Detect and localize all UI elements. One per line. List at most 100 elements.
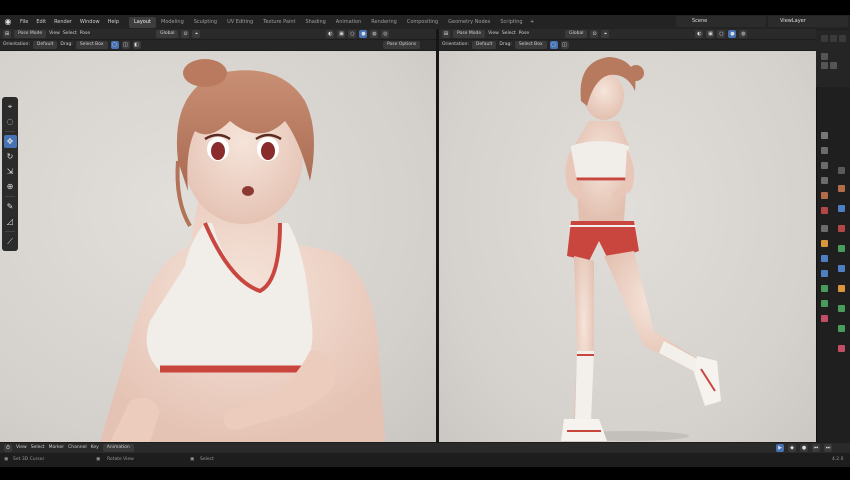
jump-end-icon[interactable]: ⏭ — [824, 444, 832, 452]
left-menu-pose[interactable]: Pose — [80, 29, 90, 39]
workspace-tab-uv-editing[interactable]: UV Editing — [222, 17, 258, 28]
shading-rendered-icon[interactable]: ◎ — [381, 30, 390, 38]
menu-file[interactable]: File — [16, 15, 32, 29]
right-transform-orientation[interactable]: Global — [565, 30, 588, 38]
shading-material-icon[interactable]: ◍ — [739, 30, 748, 38]
timeline-menu-channel[interactable]: Channel — [68, 443, 86, 453]
annotate-tool-icon[interactable]: ✎ — [4, 200, 17, 213]
menu-render[interactable]: Render — [50, 15, 76, 29]
n-panel-tab-icon[interactable] — [838, 185, 845, 192]
measure-tool-icon[interactable]: ◿ — [4, 215, 17, 228]
n-panel-tab-icon[interactable] — [838, 225, 845, 232]
physics-properties-icon[interactable] — [821, 285, 828, 292]
shading-solid-icon[interactable]: ● — [359, 30, 368, 38]
world-properties-icon[interactable] — [821, 207, 828, 214]
visibility-eye-icon[interactable] — [821, 53, 828, 60]
move-tool-icon[interactable]: ✥ — [3, 135, 17, 148]
left-orientation-dropdown[interactable]: Default — [32, 41, 58, 49]
workspace-tab-shading[interactable]: Shading — [300, 17, 330, 28]
shading-material-icon[interactable]: ◍ — [370, 30, 379, 38]
bone-tool-icon[interactable]: ⟋ — [4, 235, 17, 248]
auto-key-icon[interactable]: ● — [800, 444, 808, 452]
n-panel-tab-icon[interactable] — [838, 345, 845, 352]
transform-tool-icon[interactable]: ⊕ — [4, 180, 17, 193]
n-panel-tab-icon[interactable] — [838, 265, 845, 272]
menu-help[interactable]: Help — [104, 15, 123, 29]
shading-wire-icon[interactable]: ○ — [717, 30, 726, 38]
playback-icon[interactable]: ▶ — [776, 444, 784, 452]
view-layer-properties-icon[interactable] — [821, 177, 828, 184]
timeline-menu-select[interactable]: Select — [31, 443, 45, 453]
select-extend-icon[interactable]: ◫ — [121, 41, 130, 49]
n-panel-tab-icon[interactable] — [838, 325, 845, 332]
left-drag-dropdown[interactable]: Select Box — [75, 41, 108, 49]
outliner-add-icon[interactable] — [830, 35, 837, 42]
n-panel-tab-icon[interactable] — [838, 245, 845, 252]
right-drag-dropdown[interactable]: Select Box — [514, 41, 547, 49]
cursor-tool-icon[interactable]: ⌖ — [4, 100, 17, 113]
timeline-menu-view[interactable]: View — [16, 443, 27, 453]
workspace-tab-rendering[interactable]: Rendering — [366, 17, 402, 28]
keyframe-icon[interactable]: ◆ — [788, 444, 796, 452]
modifier-properties-icon[interactable] — [821, 255, 828, 262]
timeline-menu-marker[interactable]: Marker — [49, 443, 65, 453]
add-workspace-button[interactable]: + — [528, 19, 537, 25]
pivot-icon[interactable]: ⊙ — [590, 30, 599, 38]
workspace-tab-geometry-nodes[interactable]: Geometry Nodes — [443, 17, 495, 28]
shading-wire-icon[interactable]: ○ — [348, 30, 357, 38]
workspace-tab-layout[interactable]: Layout — [129, 17, 156, 28]
left-3d-viewport[interactable]: ⌖ ◌ ✥ ↻ ⇲ ⊕ ✎ ◿ ⟋ — [0, 51, 436, 442]
constraint-properties-icon[interactable] — [821, 300, 828, 307]
jump-start-icon[interactable]: ⏮ — [812, 444, 820, 452]
workspace-tab-sculpting[interactable]: Sculpting — [189, 17, 222, 28]
outliner-options-icon[interactable] — [839, 35, 846, 42]
n-panel-tab-icon[interactable] — [838, 205, 845, 212]
select-subtract-icon[interactable]: ◧ — [132, 41, 141, 49]
left-menu-view[interactable]: View — [49, 29, 60, 39]
select-mode-icon[interactable]: ▢ — [110, 41, 119, 49]
right-menu-pose[interactable]: Pose — [519, 29, 529, 39]
left-menu-select[interactable]: Select — [63, 29, 77, 39]
workspace-tab-texture-paint[interactable]: Texture Paint — [258, 17, 300, 28]
xray-icon[interactable]: ▣ — [337, 30, 346, 38]
overlay-icon[interactable]: ◐ — [326, 30, 335, 38]
camera-icon[interactable] — [830, 62, 837, 69]
editor-type-icon[interactable]: ⏱ — [4, 444, 12, 452]
right-orientation-dropdown[interactable]: Default — [471, 41, 497, 49]
left-mode-dropdown[interactable]: Pose Mode — [14, 30, 47, 38]
right-3d-viewport[interactable] — [439, 51, 816, 442]
rotate-tool-icon[interactable]: ↻ — [4, 150, 17, 163]
snap-icon[interactable]: ⌖ — [192, 30, 201, 38]
right-mode-dropdown[interactable]: Pose Mode — [453, 30, 486, 38]
workspace-tab-animation[interactable]: Animation — [331, 17, 367, 28]
left-transform-orientation[interactable]: Global — [156, 30, 179, 38]
workspace-tab-modeling[interactable]: Modeling — [156, 17, 189, 28]
view-layer-selector[interactable]: ViewLayer — [768, 16, 848, 27]
menu-edit[interactable]: Edit — [32, 15, 50, 29]
workspace-tab-compositing[interactable]: Compositing — [402, 17, 443, 28]
tool-properties-icon[interactable] — [821, 132, 828, 139]
shading-solid-icon[interactable]: ● — [728, 30, 737, 38]
outliner-filter-icon[interactable] — [821, 35, 828, 42]
pose-options-dropdown[interactable]: Pose Options — [383, 41, 421, 49]
editor-type-icon[interactable]: ⊞ — [442, 30, 450, 38]
select-box-tool-icon[interactable]: ◌ — [4, 115, 17, 128]
render-properties-icon[interactable] — [821, 147, 828, 154]
snap-icon[interactable]: ⌖ — [601, 30, 610, 38]
xray-icon[interactable]: ▣ — [706, 30, 715, 38]
select-mode-icon[interactable]: ▢ — [549, 41, 558, 49]
right-menu-view[interactable]: View — [488, 29, 499, 39]
editor-type-icon[interactable]: ⊞ — [3, 30, 11, 38]
n-panel-tab-icon[interactable] — [838, 167, 845, 174]
overlay-icon[interactable]: ◐ — [695, 30, 704, 38]
object-properties-icon[interactable] — [821, 240, 828, 247]
output-properties-icon[interactable] — [821, 162, 828, 169]
visibility-eye-icon[interactable] — [821, 62, 828, 69]
blender-logo-icon[interactable]: ◉ — [2, 16, 14, 28]
scene-properties-icon[interactable] — [821, 192, 828, 199]
n-panel-tab-icon[interactable] — [838, 285, 845, 292]
pivot-icon[interactable]: ⊙ — [181, 30, 190, 38]
right-menu-select[interactable]: Select — [502, 29, 516, 39]
collection-properties-icon[interactable] — [821, 225, 828, 232]
particles-properties-icon[interactable] — [821, 270, 828, 277]
